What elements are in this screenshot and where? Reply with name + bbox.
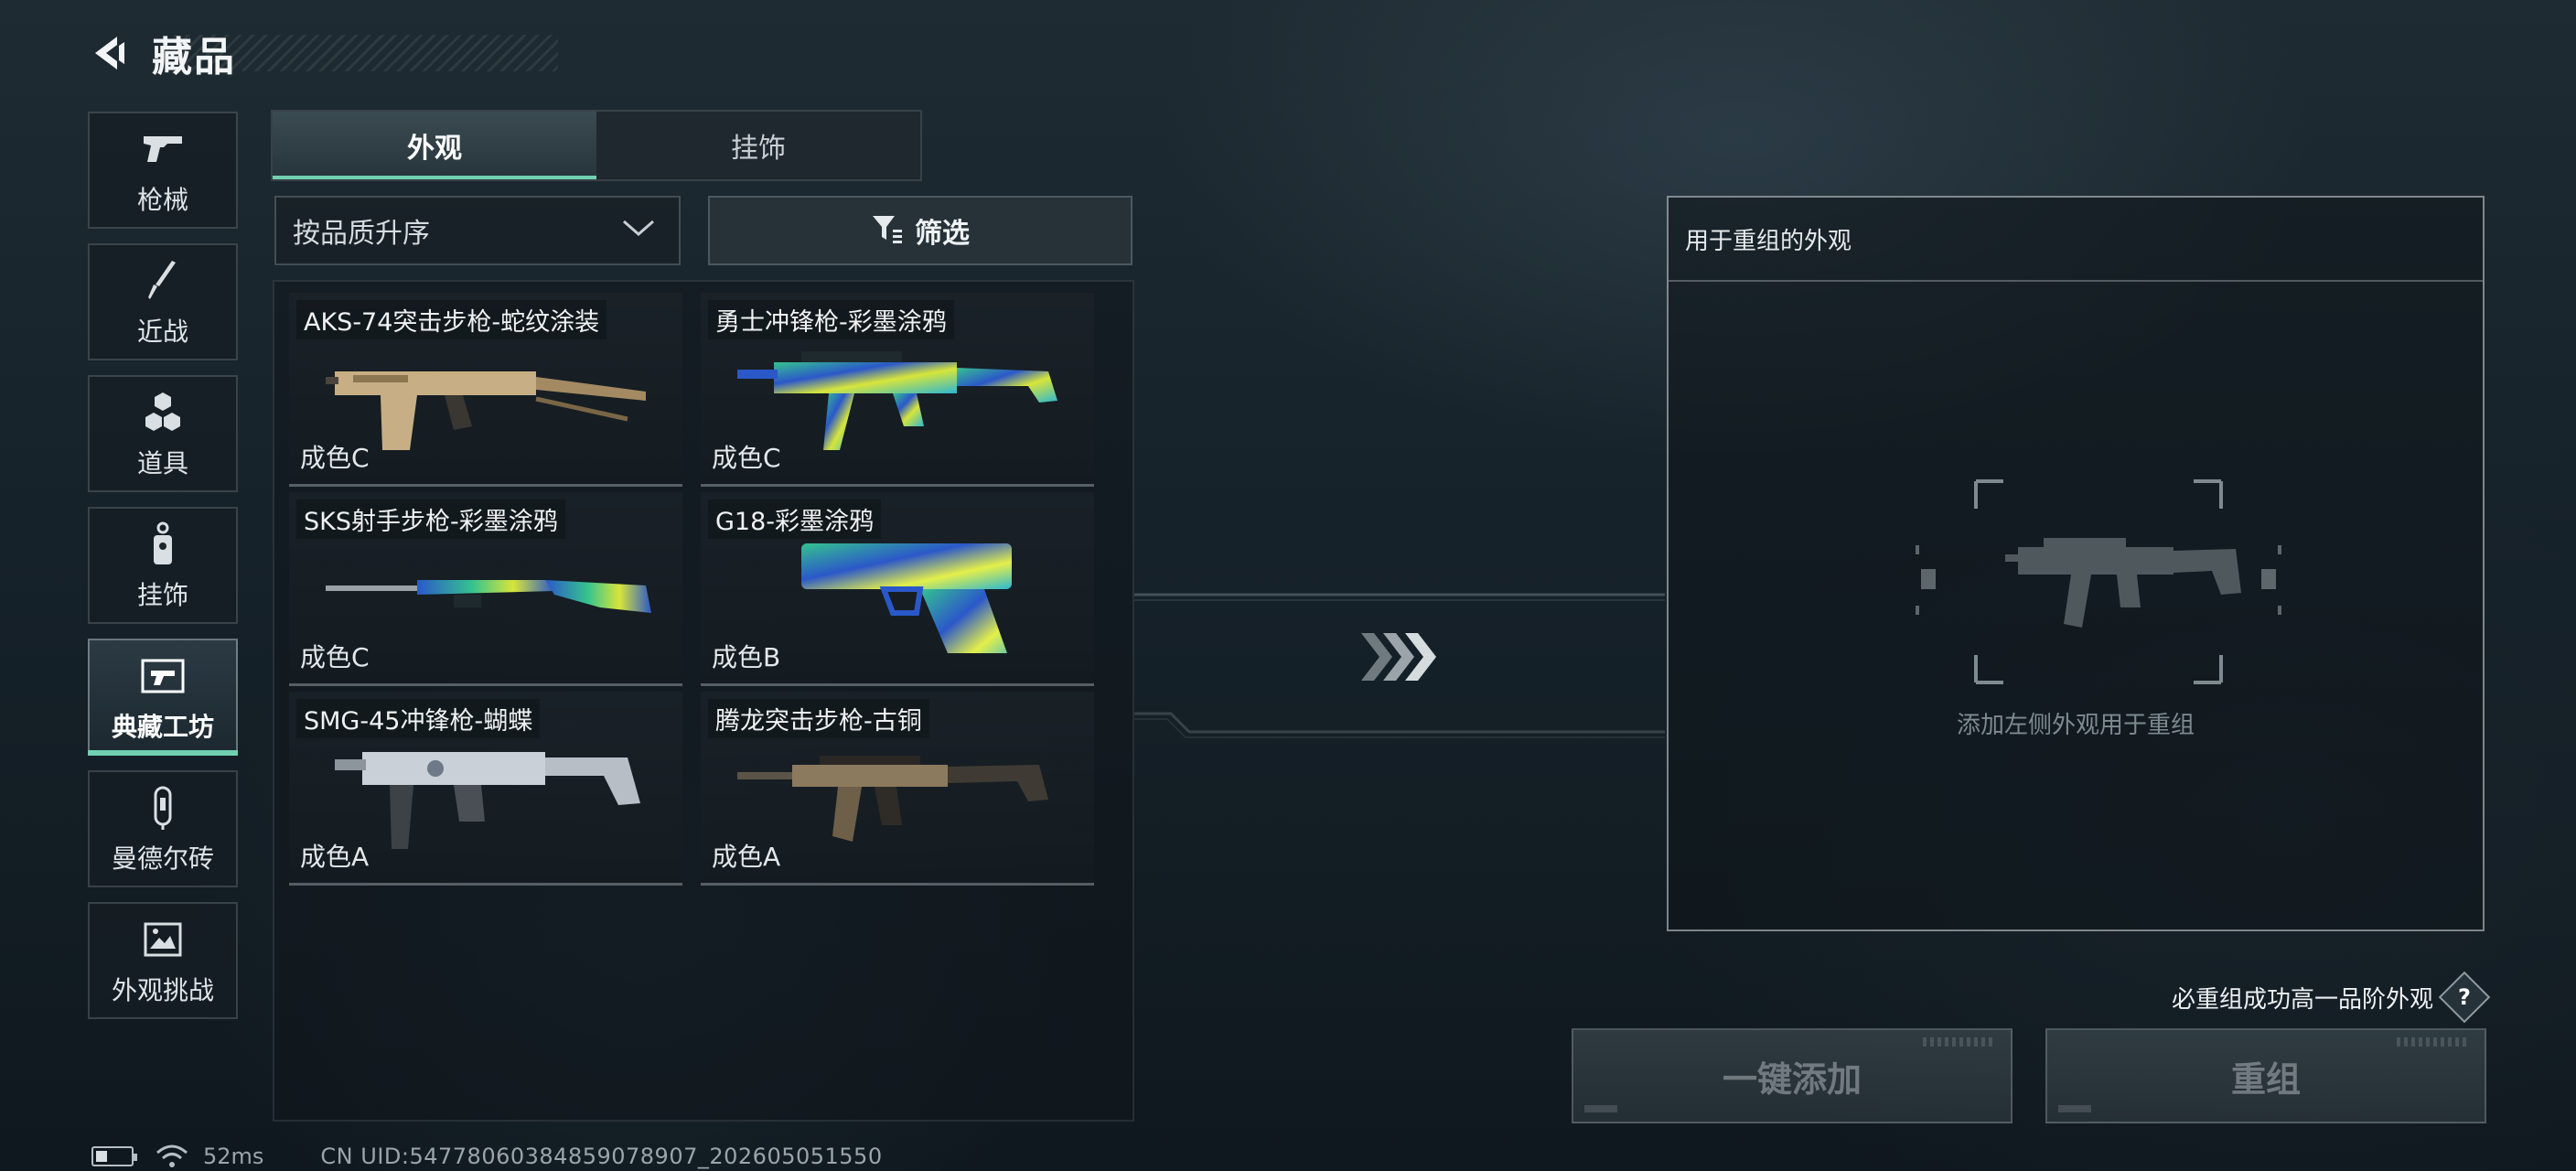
- button-corner-mark: [2058, 1105, 2091, 1112]
- filter-button[interactable]: 筛选: [708, 196, 1132, 265]
- keychain-icon: [134, 519, 192, 570]
- tab-skins[interactable]: 外观: [273, 112, 596, 179]
- add-all-button[interactable]: 一键添加: [1572, 1028, 2012, 1123]
- skin-card-g18[interactable]: G18-彩墨涂鸦 成色B: [701, 492, 1094, 686]
- rifle-image: [326, 371, 646, 450]
- ping-readout: 52ms: [203, 1144, 264, 1169]
- sidebar-item-mandel-brick[interactable]: 曼德尔砖: [88, 770, 238, 887]
- button-corner-mark: [1584, 1105, 1617, 1112]
- tab-bar: 外观 挂饰: [271, 110, 922, 181]
- sort-dropdown[interactable]: 按品质升序: [274, 196, 681, 265]
- sidebar-item-label: 枪械: [136, 185, 188, 215]
- help-icon[interactable]: ?: [2438, 971, 2491, 1024]
- recombine-button[interactable]: 重组: [2045, 1028, 2486, 1123]
- guarantee-note: 必重组成功高一品阶外观 ?: [2171, 971, 2491, 1024]
- sort-value: 按品质升序: [293, 218, 430, 250]
- button-decoration: [1923, 1037, 1996, 1047]
- skin-name: SMG-45冲锋枪-蝴蝶: [296, 699, 541, 738]
- skin-grade: 成色A: [300, 842, 370, 872]
- status-bar: 52ms CN UID:54778060384859078907_2026050…: [91, 1144, 883, 1169]
- skin-name: G18-彩墨涂鸦: [708, 500, 882, 539]
- recombine-header: 用于重组的外观: [1669, 198, 2483, 282]
- recombine-hint: 添加左侧外观用于重组: [1956, 712, 2195, 739]
- sidebar-item-label: 近战: [136, 317, 188, 347]
- filter-label: 筛选: [915, 218, 970, 250]
- rifle-image: [326, 580, 651, 613]
- skin-name: 勇士冲锋枪-彩墨涂鸦: [708, 300, 954, 339]
- skin-grade: 成色C: [712, 443, 781, 473]
- skin-grade: 成色A: [712, 842, 781, 872]
- filter-funnel-icon: [871, 213, 904, 248]
- skin-card-aks74[interactable]: AKS-74突击步枪-蛇纹涂装 成色C: [289, 293, 682, 487]
- back-arrow-icon[interactable]: [88, 31, 132, 75]
- sidebar-item-firearms[interactable]: 枪械: [88, 112, 238, 229]
- skin-name: 腾龙突击步枪-古铜: [708, 699, 929, 738]
- sidebar-item-label: 挂饰: [136, 580, 188, 610]
- user-uid: CN UID:54778060384859078907_202605051550: [320, 1144, 883, 1169]
- button-decoration: [2397, 1037, 2470, 1047]
- pistol-image: [801, 543, 1012, 653]
- forward-chevrons-icon: [1361, 633, 1436, 681]
- battery-icon: [91, 1146, 137, 1166]
- sidebar-item-label: 道具: [136, 448, 188, 478]
- skin-name: AKS-74突击步枪-蛇纹涂装: [296, 300, 607, 339]
- sidebar-item-charms[interactable]: 挂饰: [88, 507, 238, 624]
- empty-slot-placeholder[interactable]: [1806, 472, 2355, 710]
- skin-card-warrior-smg[interactable]: 勇士冲锋枪-彩墨涂鸦 成色C: [701, 293, 1094, 487]
- recombine-title: 用于重组的外观: [1685, 227, 1852, 255]
- recombine-panel: 用于重组的外观 添加左侧外观用于重组: [1667, 196, 2485, 931]
- knife-icon: [134, 255, 192, 306]
- skin-grade: 成色C: [300, 642, 370, 672]
- skin-list-panel: AKS-74突击步枪-蛇纹涂装 成色C 勇士冲锋枪-彩墨涂鸦 成色C SKS射手…: [273, 280, 1134, 1122]
- brick-capsule-icon: [134, 782, 192, 833]
- skin-card-smg45[interactable]: SMG-45冲锋枪-蝴蝶 成色A: [289, 692, 682, 886]
- workshop-frame-icon: [134, 650, 192, 702]
- wifi-icon: [156, 1144, 188, 1167]
- category-sidebar: 枪械 近战 道具 挂饰 典藏工坊 曼德尔砖 外观挑战: [88, 112, 238, 1034]
- sidebar-item-skin-challenge[interactable]: 外观挑战: [88, 902, 238, 1019]
- skin-name: SKS射手步枪-彩墨涂鸦: [296, 500, 565, 539]
- skin-grade: 成色B: [712, 642, 781, 672]
- smg-image: [335, 752, 640, 849]
- hexagon-cluster-icon: [134, 387, 192, 438]
- recombine-label: 重组: [2230, 1058, 2301, 1100]
- help-question-mark: ?: [2458, 983, 2471, 1010]
- skin-card-tenglong[interactable]: 腾龙突击步枪-古铜 成色A: [701, 692, 1094, 886]
- sidebar-item-gear[interactable]: 道具: [88, 375, 238, 492]
- title-decoration: [174, 35, 558, 71]
- sidebar-item-workshop[interactable]: 典藏工坊: [88, 639, 238, 756]
- sidebar-item-label: 典藏工坊: [111, 712, 214, 742]
- sidebar-item-melee[interactable]: 近战: [88, 243, 238, 360]
- challenge-card-icon: [134, 914, 192, 965]
- rifle-image: [737, 756, 1048, 842]
- skin-card-sks[interactable]: SKS射手步枪-彩墨涂鸦 成色C: [289, 492, 682, 686]
- sidebar-item-label: 外观挑战: [111, 975, 214, 1005]
- guarantee-text: 必重组成功高一品阶外观: [2171, 985, 2433, 1014]
- add-all-label: 一键添加: [1722, 1058, 1862, 1100]
- skin-grade: 成色C: [300, 443, 370, 473]
- sidebar-item-label: 曼德尔砖: [111, 843, 214, 874]
- smg-image: [737, 351, 1057, 450]
- pistol-icon: [134, 124, 192, 175]
- chevron-down-icon: [620, 218, 657, 243]
- tab-charms[interactable]: 挂饰: [596, 112, 920, 179]
